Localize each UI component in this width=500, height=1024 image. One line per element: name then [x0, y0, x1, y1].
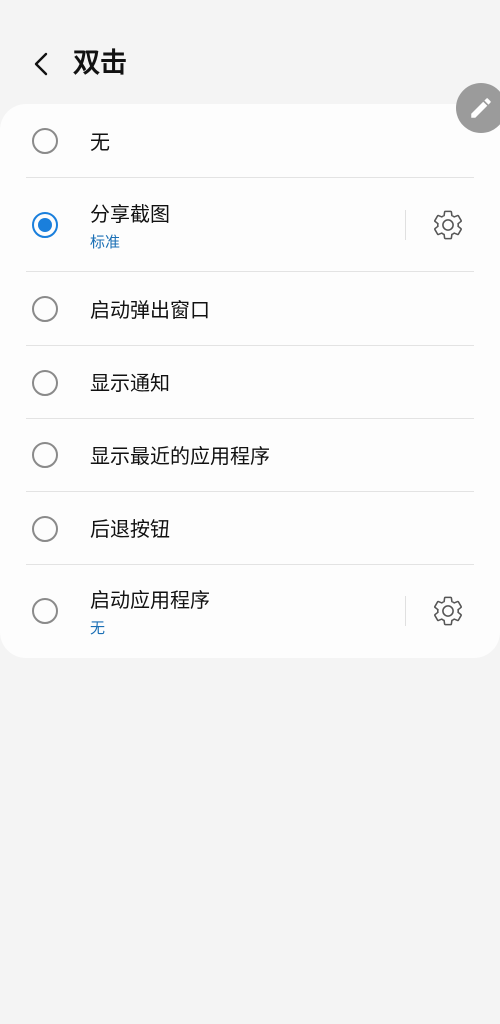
radio-button[interactable]	[32, 128, 58, 154]
chevron-left-icon	[34, 52, 48, 76]
radio-button-selected[interactable]	[32, 212, 58, 238]
option-launch-app[interactable]: 启动应用程序 无	[0, 565, 500, 658]
option-label: 后退按钮	[90, 517, 170, 541]
option-label: 显示最近的应用程序	[90, 444, 270, 468]
option-show-recent-apps[interactable]: 显示最近的应用程序	[0, 419, 500, 491]
option-back-button[interactable]: 后退按钮	[0, 492, 500, 564]
radio-button[interactable]	[32, 442, 58, 468]
option-label: 启动应用程序	[90, 588, 210, 612]
pencil-icon	[471, 98, 491, 118]
gear-icon	[433, 596, 463, 626]
gear-icon	[433, 210, 463, 240]
option-label: 无	[90, 130, 110, 154]
option-launch-popup[interactable]: 启动弹出窗口	[0, 272, 500, 345]
option-label: 显示通知	[90, 371, 170, 395]
option-sublabel: 无	[90, 619, 106, 637]
back-button[interactable]	[22, 44, 62, 84]
options-card: 无 分享截图 标准 启动弹出窗口 显示通知 显示最近的应用程序 后退按钮 启动应…	[0, 104, 500, 658]
settings-button[interactable]	[428, 591, 468, 631]
edit-button[interactable]	[456, 83, 500, 133]
radio-button[interactable]	[32, 296, 58, 322]
page-title: 双击	[73, 48, 127, 79]
radio-button[interactable]	[32, 598, 58, 624]
vertical-separator	[405, 596, 406, 626]
option-share-screenshot[interactable]: 分享截图 标准	[0, 178, 500, 271]
radio-button[interactable]	[32, 370, 58, 396]
settings-button[interactable]	[428, 205, 468, 245]
option-show-notifications[interactable]: 显示通知	[0, 346, 500, 418]
vertical-separator	[405, 210, 406, 240]
option-none[interactable]: 无	[0, 104, 500, 177]
option-sublabel: 标准	[90, 233, 121, 251]
option-label: 分享截图	[90, 202, 170, 226]
radio-button[interactable]	[32, 516, 58, 542]
header-bar: 双击	[0, 0, 500, 100]
option-label: 启动弹出窗口	[90, 298, 210, 322]
